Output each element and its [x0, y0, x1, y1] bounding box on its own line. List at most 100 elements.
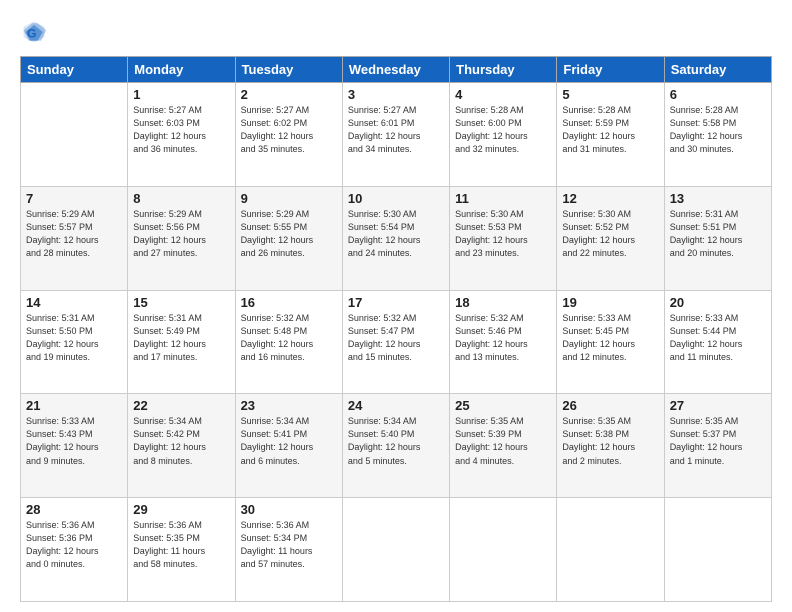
- calendar-cell: 27Sunrise: 5:35 AM Sunset: 5:37 PM Dayli…: [664, 394, 771, 498]
- page: G SundayMondayTuesdayWednesdayThursdayFr…: [0, 0, 792, 612]
- day-info: Sunrise: 5:32 AM Sunset: 5:47 PM Dayligh…: [348, 312, 444, 364]
- day-info: Sunrise: 5:29 AM Sunset: 5:57 PM Dayligh…: [26, 208, 122, 260]
- calendar-cell: 22 Sunrise: 5:34 AM Sunset: 5:42 PM Dayli…: [128, 394, 235, 498]
- svg-text:G: G: [27, 26, 37, 40]
- day-info: Sunrise: 5:30 AM Sunset: 5:52 PM Dayligh…: [562, 208, 658, 260]
- day-number: 8: [133, 191, 229, 206]
- day-info: Sunrise: 5:28 AM Sunset: 5:58 PM Dayligh…: [670, 104, 766, 156]
- calendar-cell: 30 Sunrise: 5:36 AM Sunset: 5:34 PM Dayli…: [235, 498, 342, 602]
- calendar-cell: 4 Sunrise: 5:28 AM Sunset: 6:00 PM Daylig…: [450, 83, 557, 187]
- calendar-cell: 19 Sunrise: 5:33 AM Sunset: 5:45 PM Dayli…: [557, 290, 664, 394]
- day-number: 14: [26, 295, 122, 310]
- day-info: Sunrise: 5:36 AM Sunset: 5:35 PM Dayligh…: [133, 519, 229, 571]
- day-info: Sunrise: 5:31 AM Sunset: 5:50 PM Dayligh…: [26, 312, 122, 364]
- day-number: 22: [133, 398, 229, 413]
- day-number: 19: [562, 295, 658, 310]
- day-number: 13: [670, 191, 766, 206]
- weekday-header-tuesday: Tuesday: [235, 57, 342, 83]
- calendar-cell: 7 Sunrise: 5:29 AM Sunset: 5:57 PM Daylig…: [21, 186, 128, 290]
- day-info: Sunrise: 5:36 AM Sunset: 5:36 PM Dayligh…: [26, 519, 122, 571]
- day-info: Sunrise: 5:27 AM Sunset: 6:02 PM Dayligh…: [241, 104, 337, 156]
- day-number: 18: [455, 295, 551, 310]
- weekday-header-monday: Monday: [128, 57, 235, 83]
- calendar-week-row: 7 Sunrise: 5:29 AM Sunset: 5:57 PM Daylig…: [21, 186, 772, 290]
- day-info: Sunrise: 5:31 AM Sunset: 5:49 PM Dayligh…: [133, 312, 229, 364]
- day-number: 28: [26, 502, 122, 517]
- day-number: 26: [562, 398, 658, 413]
- day-info: Sunrise: 5:28 AM Sunset: 5:59 PM Dayligh…: [562, 104, 658, 156]
- calendar-cell: 16 Sunrise: 5:32 AM Sunset: 5:48 PM Dayli…: [235, 290, 342, 394]
- weekday-header-thursday: Thursday: [450, 57, 557, 83]
- day-info: Sunrise: 5:27 AM Sunset: 6:03 PM Dayligh…: [133, 104, 229, 156]
- day-info: Sunrise: 5:36 AM Sunset: 5:34 PM Dayligh…: [241, 519, 337, 571]
- day-number: 10: [348, 191, 444, 206]
- day-info: Sunrise: 5:35 AM Sunset: 5:38 PM Dayligh…: [562, 415, 658, 467]
- calendar-cell: 20 Sunrise: 5:33 AM Sunset: 5:44 PM Dayli…: [664, 290, 771, 394]
- calendar-cell: 15 Sunrise: 5:31 AM Sunset: 5:49 PM Dayli…: [128, 290, 235, 394]
- calendar-cell: [664, 498, 771, 602]
- day-info: Sunrise: 5:35 AM Sunset: 5:39 PM Dayligh…: [455, 415, 551, 467]
- calendar-cell: 13 Sunrise: 5:31 AM Sunset: 5:51 PM Dayli…: [664, 186, 771, 290]
- day-info: Sunrise: 5:34 AM Sunset: 5:40 PM Dayligh…: [348, 415, 444, 467]
- logo-icon: G: [20, 18, 48, 46]
- weekday-header-sunday: Sunday: [21, 57, 128, 83]
- day-number: 16: [241, 295, 337, 310]
- weekday-header-friday: Friday: [557, 57, 664, 83]
- calendar-table: SundayMondayTuesdayWednesdayThursdayFrid…: [20, 56, 772, 602]
- calendar-week-row: 28 Sunrise: 5:36 AM Sunset: 5:36 PM Dayli…: [21, 498, 772, 602]
- day-info: Sunrise: 5:33 AM Sunset: 5:44 PM Dayligh…: [670, 312, 766, 364]
- day-number: 12: [562, 191, 658, 206]
- calendar-cell: 25 Sunrise: 5:35 AM Sunset: 5:39 PM Dayli…: [450, 394, 557, 498]
- day-number: 24: [348, 398, 444, 413]
- day-number: 11: [455, 191, 551, 206]
- day-info: Sunrise: 5:29 AM Sunset: 5:56 PM Dayligh…: [133, 208, 229, 260]
- calendar-cell: 6Sunrise: 5:28 AM Sunset: 5:58 PM Daylig…: [664, 83, 771, 187]
- day-info: Sunrise: 5:32 AM Sunset: 5:48 PM Dayligh…: [241, 312, 337, 364]
- logo: G: [20, 18, 52, 46]
- calendar-week-row: 21Sunrise: 5:33 AM Sunset: 5:43 PM Dayli…: [21, 394, 772, 498]
- day-info: Sunrise: 5:30 AM Sunset: 5:53 PM Dayligh…: [455, 208, 551, 260]
- day-info: Sunrise: 5:27 AM Sunset: 6:01 PM Dayligh…: [348, 104, 444, 156]
- day-info: Sunrise: 5:34 AM Sunset: 5:42 PM Dayligh…: [133, 415, 229, 467]
- calendar-week-row: 14 Sunrise: 5:31 AM Sunset: 5:50 PM Dayli…: [21, 290, 772, 394]
- calendar-cell: [450, 498, 557, 602]
- day-number: 2: [241, 87, 337, 102]
- day-number: 29: [133, 502, 229, 517]
- calendar-cell: 2 Sunrise: 5:27 AM Sunset: 6:02 PM Daylig…: [235, 83, 342, 187]
- calendar-cell: [342, 498, 449, 602]
- calendar-cell: 11 Sunrise: 5:30 AM Sunset: 5:53 PM Dayli…: [450, 186, 557, 290]
- day-number: 23: [241, 398, 337, 413]
- calendar-cell: 24 Sunrise: 5:34 AM Sunset: 5:40 PM Dayli…: [342, 394, 449, 498]
- calendar-cell: 9Sunrise: 5:29 AM Sunset: 5:55 PM Daylig…: [235, 186, 342, 290]
- calendar-cell: 28 Sunrise: 5:36 AM Sunset: 5:36 PM Dayli…: [21, 498, 128, 602]
- day-number: 21: [26, 398, 122, 413]
- calendar-cell: 21Sunrise: 5:33 AM Sunset: 5:43 PM Dayli…: [21, 394, 128, 498]
- day-number: 7: [26, 191, 122, 206]
- calendar-cell: 23Sunrise: 5:34 AM Sunset: 5:41 PM Dayli…: [235, 394, 342, 498]
- day-number: 5: [562, 87, 658, 102]
- calendar-cell: 29 Sunrise: 5:36 AM Sunset: 5:35 PM Dayli…: [128, 498, 235, 602]
- calendar-cell: 3Sunrise: 5:27 AM Sunset: 6:01 PM Daylig…: [342, 83, 449, 187]
- calendar-cell: 18Sunrise: 5:32 AM Sunset: 5:46 PM Dayli…: [450, 290, 557, 394]
- day-info: Sunrise: 5:31 AM Sunset: 5:51 PM Dayligh…: [670, 208, 766, 260]
- day-info: Sunrise: 5:28 AM Sunset: 6:00 PM Dayligh…: [455, 104, 551, 156]
- calendar-cell: 10Sunrise: 5:30 AM Sunset: 5:54 PM Dayli…: [342, 186, 449, 290]
- calendar-cell: 1 Sunrise: 5:27 AM Sunset: 6:03 PM Daylig…: [128, 83, 235, 187]
- day-number: 15: [133, 295, 229, 310]
- calendar-cell: [557, 498, 664, 602]
- calendar-cell: 26 Sunrise: 5:35 AM Sunset: 5:38 PM Dayli…: [557, 394, 664, 498]
- day-info: Sunrise: 5:29 AM Sunset: 5:55 PM Dayligh…: [241, 208, 337, 260]
- calendar-cell: 12 Sunrise: 5:30 AM Sunset: 5:52 PM Dayli…: [557, 186, 664, 290]
- calendar-cell: 5 Sunrise: 5:28 AM Sunset: 5:59 PM Daylig…: [557, 83, 664, 187]
- calendar-cell: 8 Sunrise: 5:29 AM Sunset: 5:56 PM Daylig…: [128, 186, 235, 290]
- day-info: Sunrise: 5:33 AM Sunset: 5:45 PM Dayligh…: [562, 312, 658, 364]
- day-number: 4: [455, 87, 551, 102]
- calendar-cell: 14 Sunrise: 5:31 AM Sunset: 5:50 PM Dayli…: [21, 290, 128, 394]
- day-number: 30: [241, 502, 337, 517]
- day-number: 25: [455, 398, 551, 413]
- header: G: [20, 18, 772, 46]
- day-number: 1: [133, 87, 229, 102]
- calendar-cell: [21, 83, 128, 187]
- calendar-cell: 17Sunrise: 5:32 AM Sunset: 5:47 PM Dayli…: [342, 290, 449, 394]
- day-number: 20: [670, 295, 766, 310]
